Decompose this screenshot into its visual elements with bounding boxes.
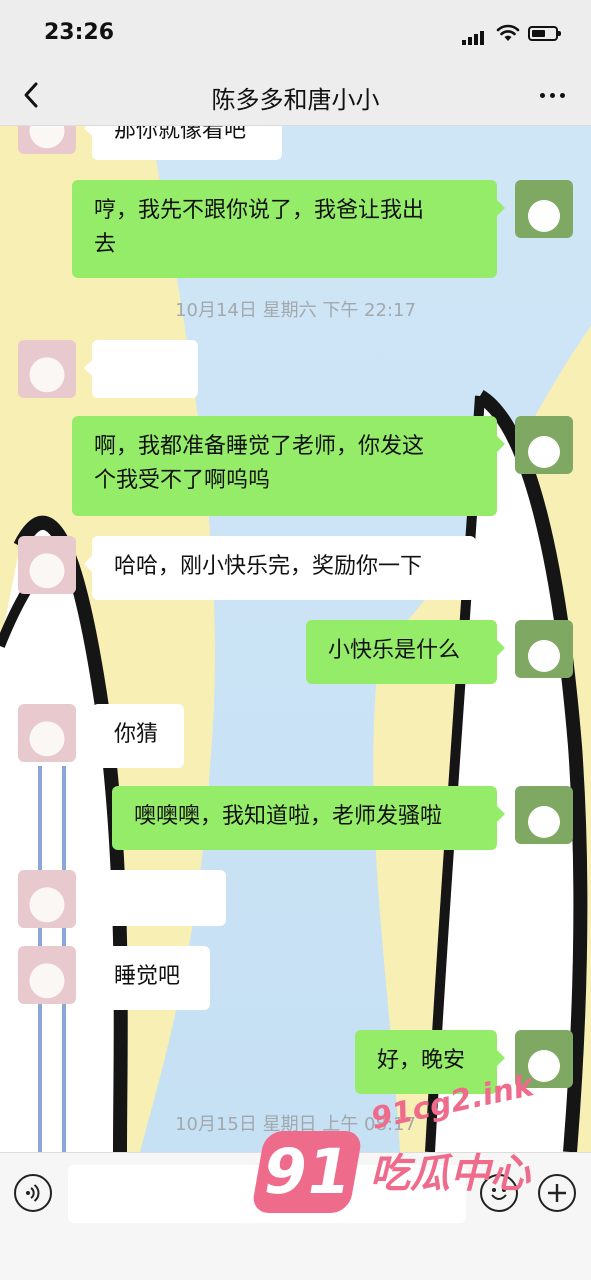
message-text: 哈哈，刚小快乐完，奖励你一下 — [114, 554, 423, 579]
chat-area[interactable]: 那你就像看吧 哼，我先不跟你说了，我爸让我出 去 10月14日 星期六 下午 2… — [0, 126, 591, 1152]
contact-avatar[interactable] — [18, 870, 76, 928]
more-options-icon[interactable] — [537, 82, 569, 108]
battery-icon — [528, 26, 561, 41]
wifi-icon — [496, 24, 520, 41]
watermark-number: 91 — [250, 1131, 364, 1213]
contact-avatar[interactable] — [18, 126, 76, 154]
message-bubble-outgoing[interactable]: 噢噢噢，我知道啦，老师发骚啦 — [112, 786, 505, 850]
nav-bar: 陈多多和唐小小 — [0, 64, 591, 126]
message-text-line: 啊，我都准备睡觉了老师，你发这 — [94, 434, 425, 459]
message-text: 小快乐是什么 — [328, 638, 461, 663]
contact-avatar[interactable] — [18, 536, 76, 594]
watermark-logo: 91cg2.ink 91 吃瓜中心 — [250, 1068, 570, 1235]
my-avatar[interactable] — [515, 620, 573, 678]
message-text: 你猜 — [114, 722, 159, 747]
status-time: 23:26 — [44, 20, 115, 45]
status-bar: 23:26 — [0, 0, 591, 64]
message-bubble-incoming[interactable] — [84, 870, 226, 926]
message-bubble-incoming[interactable]: 那你就像看吧 — [84, 126, 282, 160]
watermark-brand: 吃瓜中心 — [370, 1151, 530, 1197]
contact-avatar[interactable] — [18, 340, 76, 398]
message-text-line: 去 — [94, 232, 117, 257]
message-bubble-incoming[interactable]: 你猜 — [84, 704, 184, 768]
my-avatar[interactable] — [515, 416, 573, 474]
chat-title: 陈多多和唐小小 — [211, 86, 380, 114]
message-bubble-outgoing[interactable]: 哼，我先不跟你说了，我爸让我出 去 — [72, 180, 505, 278]
contact-avatar[interactable] — [18, 704, 76, 762]
message-text: 好，晚安 — [377, 1048, 466, 1073]
contact-avatar[interactable] — [18, 946, 76, 1004]
cellular-signal-icon — [462, 26, 486, 45]
chat-background-wallpaper — [0, 126, 591, 1152]
message-text-line: 哼，我先不跟你说了，我爸让我出 — [94, 198, 425, 223]
message-text: 睡觉吧 — [114, 964, 181, 989]
message-bubble-outgoing[interactable]: 啊，我都准备睡觉了老师，你发这 个我受不了啊呜呜 — [72, 416, 505, 516]
message-bubble-incoming[interactable]: 哈哈，刚小快乐完，奖励你一下 — [84, 536, 476, 600]
message-text: 那你就像看吧 — [114, 126, 247, 143]
message-text: 噢噢噢，我知道啦，老师发骚啦 — [134, 804, 443, 829]
message-bubble-outgoing[interactable]: 小快乐是什么 — [306, 620, 505, 684]
my-avatar[interactable] — [515, 180, 573, 238]
message-bubble-incoming[interactable] — [84, 340, 198, 398]
message-bubble-incoming[interactable]: 睡觉吧 — [84, 946, 210, 1010]
timestamp: 10月14日 星期六 下午 22:17 — [175, 300, 416, 321]
voice-input-icon[interactable] — [14, 1174, 52, 1212]
my-avatar[interactable] — [515, 786, 573, 844]
message-text-line: 个我受不了啊呜呜 — [94, 468, 271, 493]
